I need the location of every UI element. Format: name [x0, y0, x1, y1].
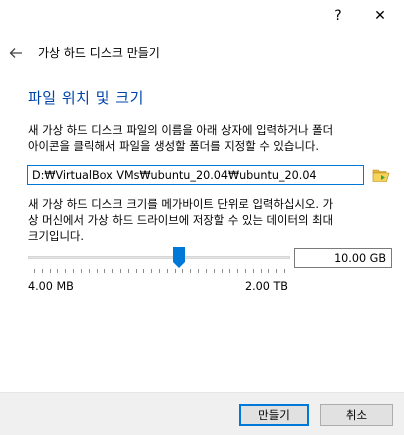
slider-tick: [190, 269, 191, 273]
open-folder-icon: [372, 169, 390, 182]
choose-folder-button[interactable]: [370, 164, 392, 186]
slider-tick: [112, 269, 113, 273]
slider-tick: [268, 269, 269, 273]
slider-tick: [57, 269, 58, 273]
create-button[interactable]: 만들기: [239, 404, 309, 426]
title-bar: ? ✕: [0, 0, 404, 32]
slider-tick: [73, 269, 74, 273]
slider-tick: [143, 269, 144, 273]
page-heading: 파일 위치 및 크기: [28, 89, 144, 107]
slider-tick: [182, 269, 183, 273]
slider-tick: [167, 269, 168, 273]
slider-tick: [34, 269, 35, 273]
close-icon: ✕: [374, 8, 386, 24]
cancel-button[interactable]: 취소: [320, 404, 393, 426]
back-button[interactable]: [6, 42, 26, 64]
slider-tick: [104, 269, 105, 273]
slider-tick: [245, 269, 246, 273]
size-description: 새 가상 하드 디스크 크기를 메가바이트 단위로 입력하십시오. 가 상 머신…: [28, 196, 333, 244]
slider-tick: [237, 269, 238, 273]
size-description-line: 새 가상 하드 디스크 크기를 메가바이트 단위로 입력하십시오. 가: [28, 197, 334, 211]
help-button[interactable]: ?: [316, 0, 360, 32]
slider-tick: [206, 269, 207, 273]
slider-track: [28, 256, 290, 259]
slider-tick: [136, 269, 137, 273]
slider-tick: [81, 269, 82, 273]
slider-tick: [276, 269, 277, 273]
slider-tick: [175, 269, 176, 273]
slider-tick: [159, 269, 160, 273]
close-button[interactable]: ✕: [358, 0, 402, 32]
slider-tick: [222, 269, 223, 273]
size-slider[interactable]: [28, 246, 290, 270]
slider-tick: [214, 269, 215, 273]
slider-tick: [229, 269, 230, 273]
arrow-left-icon: [9, 48, 22, 58]
slider-tick: [89, 269, 90, 273]
slider-tick: [253, 269, 254, 273]
file-location-input[interactable]: [27, 165, 364, 185]
size-description-line: 크기입니다.: [28, 229, 85, 243]
slider-thumb[interactable]: [173, 247, 185, 268]
slider-ticks: [28, 269, 290, 274]
slider-tick: [120, 269, 121, 273]
slider-tick: [50, 269, 51, 273]
size-input[interactable]: [294, 248, 392, 268]
size-description-line: 상 머신에서 가상 하드 드라이브에 저장할 수 있는 데이터의 최대: [28, 213, 334, 227]
size-min-label: 4.00 MB: [28, 280, 74, 293]
slider-tick: [261, 269, 262, 273]
slider-tick: [65, 269, 66, 273]
slider-tick: [97, 269, 98, 273]
size-max-label: 2.00 TB: [245, 280, 288, 293]
location-description: 새 가상 하드 디스크 파일의 이름을 아래 상자에 입력하거나 폴더 아이콘을…: [28, 122, 333, 154]
location-description-line: 아이콘을 클릭해서 파일을 생성할 폴더를 지정할 수 있습니다.: [28, 139, 319, 153]
slider-tick: [284, 269, 285, 273]
help-icon: ?: [334, 8, 342, 24]
slider-tick: [42, 269, 43, 273]
slider-tick: [128, 269, 129, 273]
slider-tick: [198, 269, 199, 273]
dialog-title: 가상 하드 디스크 만들기: [38, 46, 160, 60]
location-description-line: 새 가상 하드 디스크 파일의 이름을 아래 상자에 입력하거나 폴더: [28, 123, 334, 137]
slider-tick: [151, 269, 152, 273]
button-bar: 만들기 취소: [0, 392, 404, 435]
